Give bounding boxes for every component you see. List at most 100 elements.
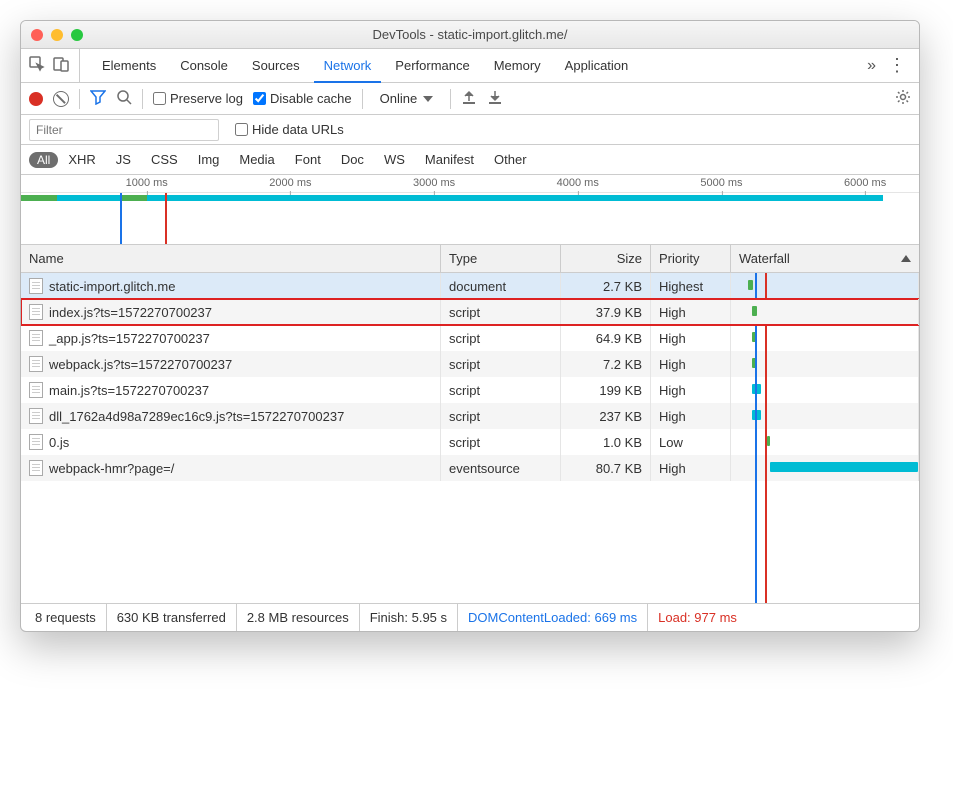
traffic-lights	[31, 29, 83, 41]
type-filter-img[interactable]: Img	[198, 152, 220, 167]
request-type: script	[441, 429, 561, 455]
type-filter-xhr[interactable]: XHR	[68, 152, 95, 167]
panel-tabs: ElementsConsoleSourcesNetworkPerformance…	[21, 49, 919, 83]
throttling-value: Online	[380, 91, 418, 106]
request-priority: High	[651, 351, 731, 377]
divider	[79, 89, 80, 109]
type-filter-js[interactable]: JS	[116, 152, 131, 167]
request-size: 37.9 KB	[561, 299, 651, 325]
request-size: 2.7 KB	[561, 273, 651, 299]
request-row[interactable]: _app.js?ts=1572270700237script64.9 KBHig…	[21, 325, 919, 351]
type-filter-doc[interactable]: Doc	[341, 152, 364, 167]
settings-gear-icon[interactable]	[895, 89, 911, 108]
chevron-down-icon	[423, 96, 433, 102]
clear-button[interactable]	[53, 91, 69, 107]
type-filter-other[interactable]: Other	[494, 152, 527, 167]
file-icon	[29, 278, 43, 294]
type-filter-ws[interactable]: WS	[384, 152, 405, 167]
kebab-menu-icon[interactable]: ⋮	[888, 55, 905, 76]
tab-console[interactable]: Console	[170, 49, 238, 83]
request-size: 80.7 KB	[561, 455, 651, 481]
maximize-button[interactable]	[71, 29, 83, 41]
request-type: script	[441, 299, 561, 325]
request-row[interactable]: static-import.glitch.medocument2.7 KBHig…	[21, 273, 919, 299]
type-filter-media[interactable]: Media	[239, 152, 274, 167]
timeline-tick: 1000 ms	[126, 177, 168, 189]
request-waterfall	[731, 429, 919, 455]
device-toolbar-icon[interactable]	[53, 56, 69, 75]
request-row[interactable]: main.js?ts=1572270700237script199 KBHigh	[21, 377, 919, 403]
tab-application[interactable]: Application	[555, 49, 639, 83]
request-size: 1.0 KB	[561, 429, 651, 455]
request-priority: High	[651, 455, 731, 481]
divider	[142, 89, 143, 109]
request-row[interactable]: webpack-hmr?page=/eventsource80.7 KBHigh	[21, 455, 919, 481]
request-type: script	[441, 377, 561, 403]
col-header-type[interactable]: Type	[441, 245, 561, 272]
request-priority: High	[651, 299, 731, 325]
tab-memory[interactable]: Memory	[484, 49, 551, 83]
request-priority: Highest	[651, 273, 731, 299]
file-icon	[29, 408, 43, 424]
filter-toggle-icon[interactable]	[90, 89, 106, 108]
tab-elements[interactable]: Elements	[92, 49, 166, 83]
request-name: _app.js?ts=1572270700237	[49, 331, 210, 346]
tab-network[interactable]: Network	[314, 49, 382, 83]
more-tabs-icon[interactable]: »	[867, 57, 876, 75]
file-icon	[29, 382, 43, 398]
record-button[interactable]	[29, 92, 43, 106]
col-header-waterfall[interactable]: Waterfall	[731, 245, 919, 272]
hide-data-urls-checkbox[interactable]: Hide data URLs	[235, 122, 344, 137]
divider	[362, 89, 363, 109]
preserve-log-checkbox[interactable]: Preserve log	[153, 91, 243, 106]
status-resources: 2.8 MB resources	[237, 604, 360, 631]
file-icon	[29, 434, 43, 450]
tab-performance[interactable]: Performance	[385, 49, 479, 83]
request-row[interactable]: webpack.js?ts=1572270700237script7.2 KBH…	[21, 351, 919, 377]
request-type: script	[441, 403, 561, 429]
timeline-tick: 2000 ms	[269, 177, 311, 189]
minimize-button[interactable]	[51, 29, 63, 41]
request-size: 64.9 KB	[561, 325, 651, 351]
col-header-priority[interactable]: Priority	[651, 245, 731, 272]
status-transferred: 630 KB transferred	[107, 604, 237, 631]
titlebar: DevTools - static-import.glitch.me/	[21, 21, 919, 49]
close-button[interactable]	[31, 29, 43, 41]
inspect-element-icon[interactable]	[29, 56, 45, 75]
timeline-tick: 3000 ms	[413, 177, 455, 189]
timeline-tick: 5000 ms	[700, 177, 742, 189]
throttling-select[interactable]: Online	[373, 88, 441, 109]
request-name: webpack.js?ts=1572270700237	[49, 357, 232, 372]
status-bar: 8 requests 630 KB transferred 2.8 MB res…	[21, 603, 919, 631]
col-header-name[interactable]: Name	[21, 245, 441, 272]
type-filter-css[interactable]: CSS	[151, 152, 178, 167]
status-load: Load: 977 ms	[648, 604, 747, 631]
hide-data-urls-label: Hide data URLs	[252, 122, 344, 137]
download-har-icon[interactable]	[487, 89, 503, 108]
request-row[interactable]: dll_1762a4d98a7289ec16c9.js?ts=157227070…	[21, 403, 919, 429]
type-filter-all[interactable]: All	[29, 152, 58, 168]
network-toolbar: Preserve log Disable cache Online	[21, 83, 919, 115]
filter-bar: Hide data URLs	[21, 115, 919, 145]
sort-asc-icon	[901, 255, 911, 262]
devtools-window: DevTools - static-import.glitch.me/ Elem…	[20, 20, 920, 632]
status-domcontentloaded: DOMContentLoaded: 669 ms	[458, 604, 648, 631]
timeline-overview[interactable]: 1000 ms2000 ms3000 ms4000 ms5000 ms6000 …	[21, 175, 919, 245]
preserve-log-label: Preserve log	[170, 91, 243, 106]
search-icon[interactable]	[116, 89, 132, 108]
status-requests: 8 requests	[25, 604, 107, 631]
upload-har-icon[interactable]	[461, 89, 477, 108]
type-filter-manifest[interactable]: Manifest	[425, 152, 474, 167]
type-filter-font[interactable]: Font	[295, 152, 321, 167]
filter-input[interactable]	[29, 119, 219, 141]
col-header-size[interactable]: Size	[561, 245, 651, 272]
request-waterfall	[731, 325, 919, 351]
request-row[interactable]: index.js?ts=1572270700237script37.9 KBHi…	[21, 299, 919, 325]
tab-sources[interactable]: Sources	[242, 49, 310, 83]
request-type: eventsource	[441, 455, 561, 481]
request-size: 7.2 KB	[561, 351, 651, 377]
request-row[interactable]: 0.jsscript1.0 KBLow	[21, 429, 919, 455]
request-name: 0.js	[49, 435, 69, 450]
file-icon	[29, 330, 43, 346]
disable-cache-checkbox[interactable]: Disable cache	[253, 91, 352, 106]
